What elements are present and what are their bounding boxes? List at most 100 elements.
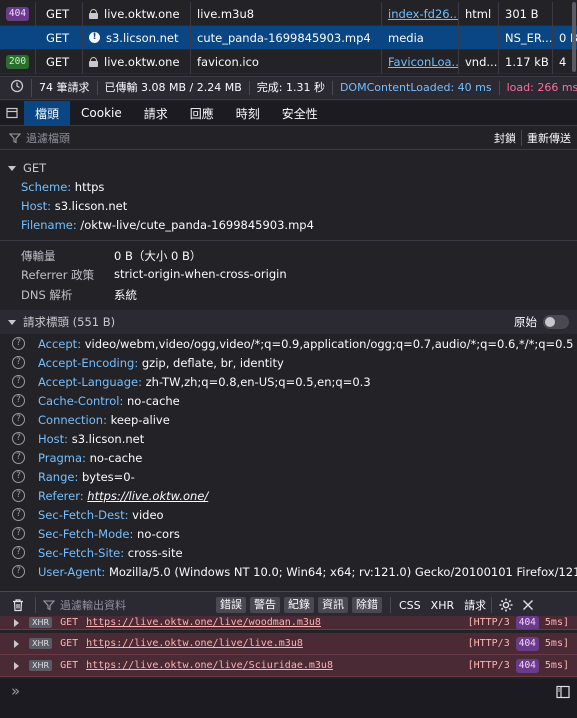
type-cell	[459, 25, 499, 50]
console-url[interactable]: https://live.oktw.one/live/woodman.m3u8	[86, 617, 321, 628]
header-key: Pragma:	[38, 450, 86, 465]
help-icon[interactable]: ?	[12, 470, 25, 483]
tab-response[interactable]: 回應	[179, 101, 225, 126]
header-key: Sec-Fetch-Site:	[38, 545, 125, 560]
header-key: Accept:	[38, 336, 82, 351]
header-value: gzip, deflate, br, identity	[141, 355, 284, 370]
filter-info-button[interactable]: 資訊	[318, 597, 348, 613]
console-method: GET	[60, 638, 79, 649]
header-row: ? User-Agent: Mozilla/5.0 (Windows NT 10.…	[12, 562, 577, 581]
file-cell: live.m3u8	[191, 1, 382, 26]
finish-time: 完成: 1.31 秒	[250, 81, 333, 95]
help-icon[interactable]: ?	[12, 546, 25, 559]
network-row[interactable]: 200 GET live.oktw.one favicon.ico Favico…	[0, 49, 577, 74]
block-button[interactable]: 封鎖	[489, 129, 522, 146]
help-icon[interactable]: ?	[12, 394, 25, 407]
console-url[interactable]: https://live.oktw.one/live/live.m3u8	[86, 638, 303, 649]
header-row: ? Range: bytes=0-	[12, 467, 135, 486]
filter-icon	[9, 132, 21, 143]
headers-filter-input[interactable]: 過濾檔頭	[26, 130, 489, 146]
gear-icon[interactable]	[498, 597, 514, 613]
sidebar-toggle-icon	[6, 107, 18, 119]
header-value: s3.licson.net	[71, 431, 145, 446]
help-icon[interactable]: ?	[12, 489, 25, 502]
header-value[interactable]: https://live.oktw.one/	[87, 489, 208, 503]
xhr-badge: XHR	[29, 617, 53, 628]
filter-warnings-button[interactable]: 警告	[250, 597, 280, 613]
request-headers-title: 請求標頭 (551 B)	[23, 315, 116, 329]
header-key: Connection:	[38, 412, 107, 427]
resend-button[interactable]: 重新傳送	[522, 130, 577, 146]
filter-css-button[interactable]: CSS	[399, 599, 421, 612]
tab-timings[interactable]: 時刻	[225, 101, 271, 126]
filter-errors-button[interactable]: 錯誤	[216, 597, 246, 613]
host-row: Host: s3.licson.net	[21, 199, 128, 213]
transferred-value: 0 B（大小 0 B）	[114, 249, 202, 263]
header-key: Host:	[38, 431, 69, 446]
dns-label: DNS 解析	[21, 288, 73, 302]
transferred-cell: 301 B	[499, 1, 553, 26]
tab-security[interactable]: 安全性	[271, 101, 329, 126]
console-row[interactable]: XHR GET https://live.oktw.one/live/live.…	[0, 633, 577, 655]
help-icon[interactable]: ?	[12, 451, 25, 464]
transferred-total: 已傳輸 3.08 MB / 2.24 MB	[98, 81, 250, 95]
header-row: ? Accept-Language: zh-TW,zh;q=0.8,en-US;q…	[12, 372, 371, 391]
dcl-time: DOMContentLoaded: 40 ms	[333, 81, 500, 95]
help-icon[interactable]: ?	[12, 337, 25, 350]
initiator-link[interactable]: FaviconLoa...	[388, 55, 458, 69]
tab-request[interactable]: 請求	[133, 101, 179, 126]
help-icon[interactable]: ?	[12, 527, 25, 540]
get-section-title: GET	[23, 161, 47, 175]
header-value: video/webm,video/ogg,video/*;q=0.9,appli…	[84, 336, 574, 351]
status-badge: 404	[515, 658, 539, 673]
header-row: ? Sec-Fetch-Mode: no-cors	[12, 524, 180, 543]
console-filter-input[interactable]: 過濾輸出資料	[60, 597, 216, 613]
console-row[interactable]: XHR GET https://live.oktw.one/live/woodm…	[0, 616, 577, 630]
filter-logs-button[interactable]: 紀錄	[284, 597, 314, 613]
split-console-icon[interactable]	[556, 685, 570, 699]
header-key: Accept-Encoding:	[38, 355, 139, 370]
tab-cookie[interactable]: Cookie	[70, 101, 133, 126]
dns-value: 系統	[114, 288, 137, 302]
help-icon[interactable]: ?	[12, 356, 25, 369]
console-url[interactable]: https://live.oktw.one/live/Sciuridae.m3u…	[86, 660, 333, 671]
expand-arrow-icon[interactable]	[14, 661, 19, 670]
header-row: ? Connection: keep-alive	[12, 410, 170, 429]
type-cell: html	[459, 1, 499, 26]
lock-icon	[89, 56, 98, 67]
warning-icon: !	[89, 32, 100, 43]
header-value: no-cache	[89, 450, 143, 465]
help-icon[interactable]: ?	[12, 565, 25, 578]
close-icon[interactable]	[522, 599, 534, 611]
console-input-bar[interactable]: »	[0, 679, 577, 718]
get-section-header[interactable]: GET	[0, 156, 577, 180]
timer-icon	[10, 79, 24, 93]
help-icon[interactable]: ?	[12, 432, 25, 445]
expand-arrow-icon[interactable]	[14, 618, 19, 627]
trash-icon[interactable]	[11, 598, 25, 612]
filter-xhr-button[interactable]: XHR	[431, 599, 454, 612]
network-row-selected[interactable]: GET ! s3.licson.net cute_panda-1699845903…	[0, 25, 577, 50]
header-row: ? Pragma: no-cache	[12, 448, 142, 467]
help-icon[interactable]: ?	[12, 508, 25, 521]
help-icon[interactable]: ?	[12, 375, 25, 388]
console-row[interactable]: XHR GET https://live.oktw.one/live/Sciur…	[0, 655, 577, 677]
transferred-cell: 1.17 kB	[499, 49, 553, 74]
header-row: ? Referer: https://live.oktw.one/	[12, 486, 208, 505]
network-scrollbar[interactable]	[572, 2, 576, 72]
initiator-link[interactable]: index-fd26...	[388, 7, 458, 21]
dock-toggle[interactable]	[0, 101, 24, 126]
network-row[interactable]: 404 GET live.oktw.one live.m3u8 index-fd…	[0, 1, 577, 26]
filter-debug-button[interactable]: 除錯	[352, 597, 382, 613]
expand-arrow-icon[interactable]	[14, 639, 19, 648]
tab-headers[interactable]: 檔頭	[24, 100, 71, 126]
transferred-label: 傳輸量	[21, 249, 56, 263]
raw-toggle[interactable]	[543, 315, 569, 329]
scheme-row: Scheme: https	[21, 180, 105, 194]
header-value: bytes=0-	[81, 469, 135, 484]
request-headers-header[interactable]: 請求標頭 (551 B) 原始	[0, 310, 577, 334]
filter-icon	[43, 600, 55, 611]
status-badge: 404	[515, 636, 539, 651]
help-icon[interactable]: ?	[12, 413, 25, 426]
filter-requests-button[interactable]: 請求	[464, 597, 486, 613]
